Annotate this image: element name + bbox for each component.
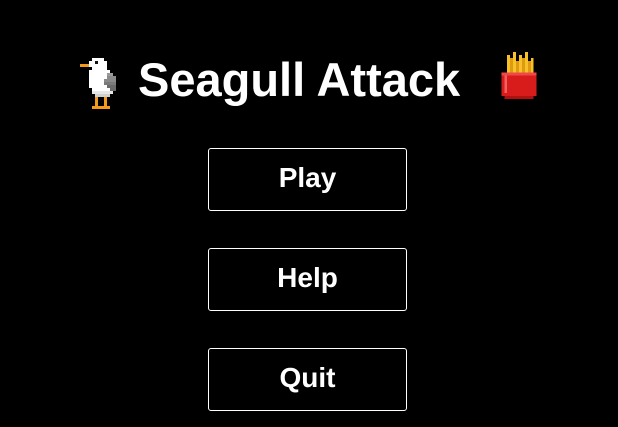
- help-button[interactable]: Help: [208, 248, 407, 311]
- seagull-icon: [80, 58, 116, 109]
- fries-icon: [501, 52, 537, 100]
- game-title: Seagull Attack: [138, 53, 461, 106]
- quit-button[interactable]: Quit: [208, 348, 407, 411]
- title-row: Seagull Attack: [0, 50, 618, 110]
- play-button[interactable]: Play: [208, 148, 407, 211]
